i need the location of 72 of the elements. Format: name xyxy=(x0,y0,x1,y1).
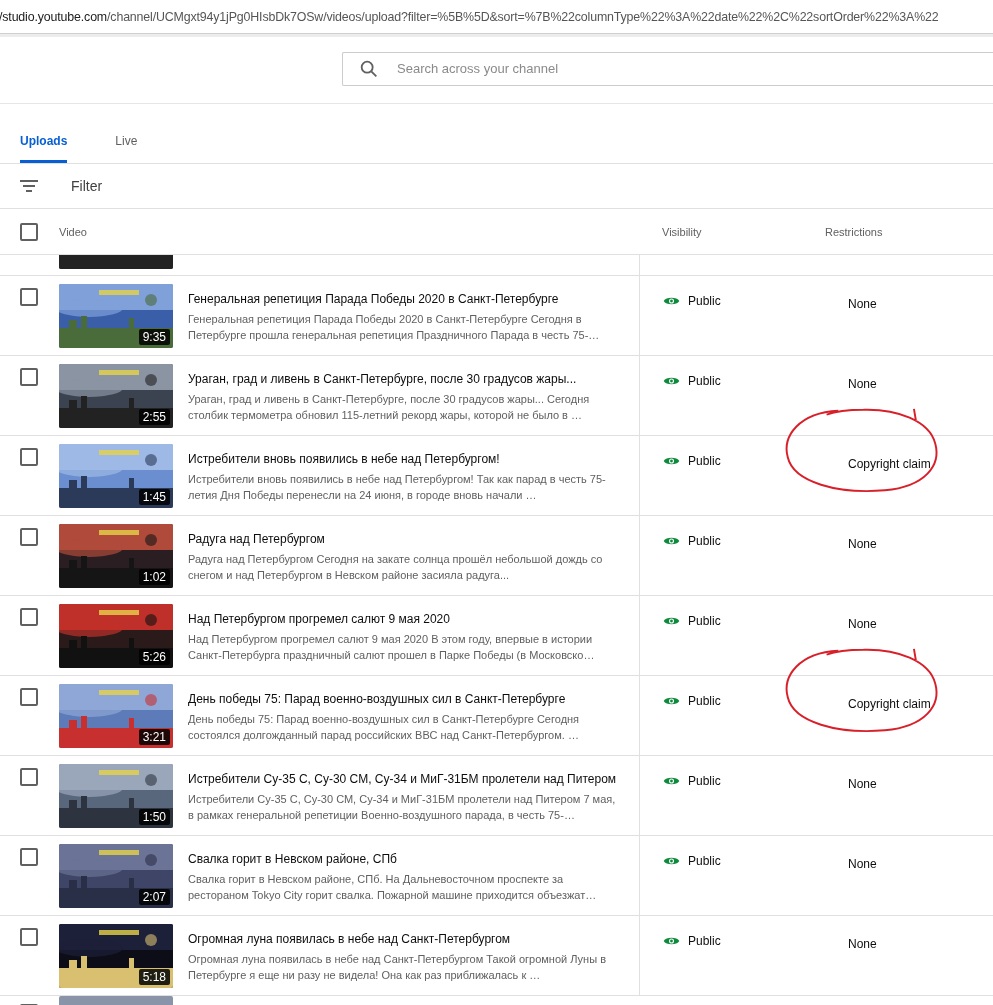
checkbox[interactable] xyxy=(20,928,38,946)
video-title[interactable]: Истребители вновь появились в небе над Петербургом! xyxy=(188,452,624,466)
eye-icon xyxy=(663,935,680,947)
visibility-label: Public xyxy=(688,934,721,948)
video-title[interactable]: Огромная луна появилась в небе над Санкт-Петербургом xyxy=(188,932,624,946)
visibility-label: Public xyxy=(688,454,721,468)
visibility-label: Public xyxy=(688,694,721,708)
checkbox[interactable] xyxy=(20,848,38,866)
video-title[interactable]: День победы 75: Парад военно-воздушных сил в Санкт-Петербурге xyxy=(188,692,624,706)
eye-icon xyxy=(663,455,680,467)
video-title[interactable]: Радуга над Петербургом xyxy=(188,532,624,546)
checkbox[interactable] xyxy=(20,768,38,786)
video-description: Огромная луна появилась в небе над Санкт-Петербургом Такой огромной Луны в Петербурге я еще ни разу не видела! Она как раз приближалась к … xyxy=(188,952,607,983)
video-description: Генеральная репетиция Парада Победы 2020 в Санкт-Петербурге Сегодня в Петербурге прошла генеральная репетиция Праздничного Парада в честь 75-… xyxy=(188,312,601,343)
checkbox[interactable] xyxy=(20,288,38,306)
checkbox[interactable] xyxy=(20,608,38,626)
video-title[interactable]: Генеральная репетиция Парада Победы 2020 в Санкт-Петербурге xyxy=(188,292,624,306)
checkbox[interactable] xyxy=(20,222,38,241)
duration-badge: 5:26 xyxy=(138,649,170,665)
duration-badge: 5:18 xyxy=(138,969,170,985)
restriction-label: None xyxy=(848,777,877,791)
duration-badge: 2:07 xyxy=(138,889,170,905)
eye-icon xyxy=(663,775,680,787)
checkbox[interactable] xyxy=(20,528,38,546)
duration-badge: 3:21 xyxy=(138,729,170,745)
video-description: Над Петербургом прогремел салют 9 мая 2020 В этом году, впервые в истории Санкт-Петербурга праздничный салют прошел в Парке Победы (в Московско… xyxy=(188,632,596,663)
video-description: Свалка горит в Невском районе, СПб. На Дальневосточном проспекте за рестораном Tokyo City горит свалка. Пожарной машине приходится объезжат… xyxy=(188,872,598,903)
restriction-label: Copyright claim xyxy=(848,457,931,471)
visibility-label: Public xyxy=(688,294,721,308)
checkbox[interactable] xyxy=(20,368,38,386)
duration-badge: 1:50 xyxy=(138,809,170,825)
restriction-label: None xyxy=(848,377,877,391)
visibility-label: Public xyxy=(688,854,721,868)
eye-icon xyxy=(663,295,680,307)
restriction-label: Copyright claim xyxy=(848,697,931,711)
video-title[interactable]: Ураган, град и ливень в Санкт-Петербурге, после 30 градусов жары... xyxy=(188,372,624,386)
eye-icon xyxy=(663,615,680,627)
eye-icon xyxy=(663,535,680,547)
duration-badge: 9:35 xyxy=(138,329,170,345)
visibility-label: Public xyxy=(688,614,721,628)
video-description: Истребители вновь появились в небе над Петербургом! Так как парад в честь 75-летия Дня Победы перенесли на 24 июня, в городе вновь начали … xyxy=(188,472,607,503)
visibility-label: Public xyxy=(688,374,721,388)
filter-label[interactable]: Filter xyxy=(71,178,103,194)
tab[interactable]: Uploads xyxy=(20,134,68,163)
eye-icon xyxy=(663,855,680,867)
restriction-label: None xyxy=(848,617,877,631)
video-description: Истребители Су-35 С, Су-30 СМ, Су-34 и МиГ-31БМ пролетели над Питером 7 мая, в рамках генеральной репетиции Военно-воздушного парада, в честь 75-… xyxy=(188,792,617,823)
eye-icon xyxy=(663,375,680,387)
eye-icon xyxy=(663,695,680,707)
restriction-label: None xyxy=(848,857,877,871)
video-title[interactable]: Над Петербургом прогремел салют 9 мая 2020 xyxy=(188,612,624,626)
column-header: Video xyxy=(59,224,88,240)
filter-icon[interactable] xyxy=(20,180,38,192)
video-description: День победы 75: Парад военно-воздушных сил в Санкт-Петербурге Сегодня состоялся долгожданный парад российских ВВС над Санкт-Петербургом. … xyxy=(188,712,581,743)
search-field[interactable]: Search across your channel xyxy=(342,51,993,86)
checkbox[interactable] xyxy=(20,448,38,466)
tab[interactable]: Live xyxy=(115,134,138,163)
duration-badge: 2:55 xyxy=(138,409,170,425)
duration-badge: 1:45 xyxy=(138,489,170,505)
checkbox[interactable] xyxy=(20,688,38,706)
visibility-label: Public xyxy=(688,774,721,788)
restriction-label: None xyxy=(848,297,877,311)
video-title[interactable]: Свалка горит в Невском районе, СПб xyxy=(188,852,624,866)
duration-badge: 1:02 xyxy=(138,569,170,585)
column-header: Restrictions xyxy=(825,224,884,240)
video-description: Радуга над Петербургом Сегодня на закате солнца прошёл небольшой дождь со снегом и над Петербургом в Невском районе засияла радуга... xyxy=(188,552,604,583)
restriction-label: None xyxy=(848,937,877,951)
visibility-label: Public xyxy=(688,534,721,548)
video-description: Ураган, град и ливень в Санкт-Петербурге, после 30 градусов жары... Сегодня столбик термометра обновил 115-летний рекорд жары, которой не было в … xyxy=(188,392,591,423)
restriction-label: None xyxy=(848,537,877,551)
column-header: Visibility xyxy=(661,224,703,240)
video-title[interactable]: Истребители Су-35 С, Су-30 СМ, Су-34 и МиГ-31БМ пролетели над Питером xyxy=(188,772,624,786)
